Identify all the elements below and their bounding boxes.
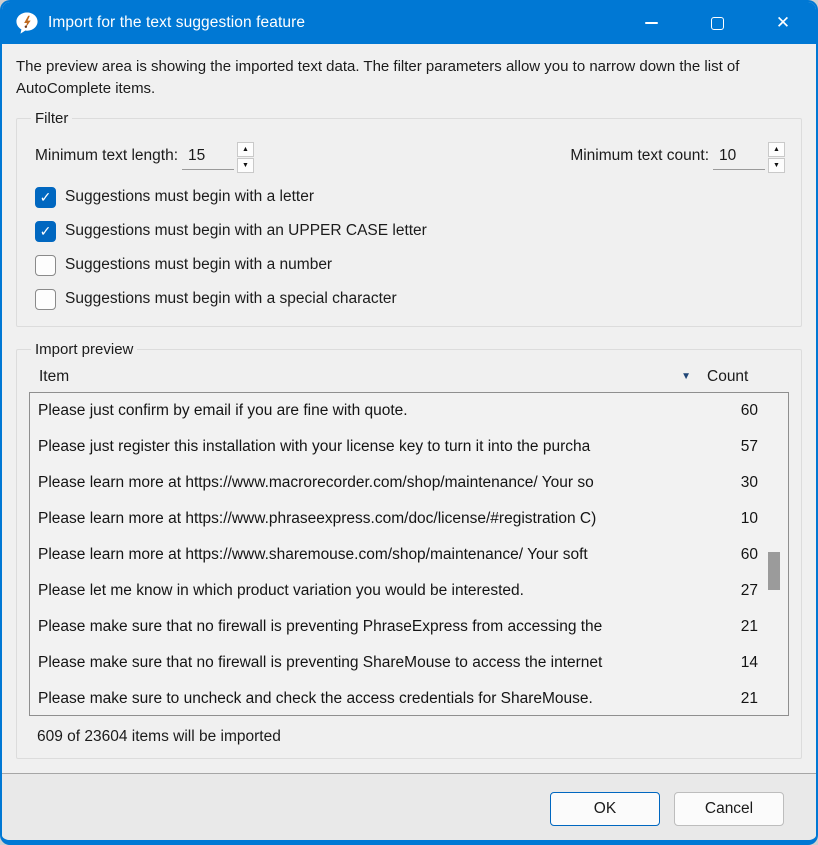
item-cell: Please just confirm by email if you are … [38, 402, 716, 420]
min-text-length-group: Minimum text length: 15 ▲ ▼ [35, 141, 254, 173]
window-controls: ✕ [618, 2, 816, 44]
item-cell: Please make sure that no firewall is pre… [38, 618, 716, 636]
table-row[interactable]: Please make sure to uncheck and check th… [30, 681, 788, 716]
table-row[interactable]: Please just register this installation w… [30, 429, 788, 465]
spin-up-button[interactable]: ▲ [768, 142, 785, 157]
min-text-length-spinner: ▲ ▼ [237, 142, 254, 173]
maximize-button[interactable] [684, 2, 750, 44]
footer-bar: OK Cancel [2, 773, 816, 845]
count-cell: 57 [716, 438, 788, 456]
dialog-window: Import for the text suggestion feature ✕… [0, 0, 818, 845]
checkbox-begin-with-number[interactable]: ✓ Suggestions must begin with a number [35, 255, 789, 276]
min-text-count-label: Minimum text count: [570, 141, 709, 165]
min-text-count-spinner: ▲ ▼ [768, 142, 785, 173]
table-row[interactable]: Please let me know in which product vari… [30, 573, 788, 609]
table-row[interactable]: Please learn more at https://www.sharemo… [30, 537, 788, 573]
checkbox-label: Suggestions must begin with a special ch… [65, 290, 397, 308]
item-cell: Please just register this installation w… [38, 438, 716, 456]
arrow-up-icon: ▲ [242, 146, 249, 153]
import-preview-legend: Import preview [31, 341, 137, 358]
item-cell: Please learn more at https://www.macrore… [38, 474, 716, 492]
count-cell: 21 [716, 690, 788, 708]
checkbox-label: Suggestions must begin with an UPPER CAS… [65, 222, 427, 240]
item-cell: Please make sure to uncheck and check th… [38, 690, 716, 708]
column-header-item[interactable]: Item [39, 368, 681, 386]
vertical-scrollbar-thumb[interactable] [768, 552, 780, 590]
preview-list: Please just confirm by email if you are … [29, 392, 789, 716]
column-header-count[interactable]: Count [707, 368, 783, 386]
table-row[interactable]: Please learn more at https://www.phrasee… [30, 501, 788, 537]
cancel-button[interactable]: Cancel [674, 792, 784, 826]
description-text: The preview area is showing the imported… [16, 56, 798, 100]
checkbox-begin-with-special[interactable]: ✓ Suggestions must begin with a special … [35, 289, 789, 310]
dialog-content: The preview area is showing the imported… [2, 44, 816, 773]
check-icon: ✓ [40, 189, 52, 206]
spin-down-button[interactable]: ▼ [768, 158, 785, 173]
minimize-icon [645, 22, 658, 24]
checkbox-label: Suggestions must begin with a letter [65, 188, 314, 206]
window-title: Import for the text suggestion feature [48, 14, 305, 32]
close-icon: ✕ [776, 13, 790, 33]
item-cell: Please learn more at https://www.phrasee… [38, 510, 716, 528]
checkbox-label: Suggestions must begin with a number [65, 256, 332, 274]
import-status-text: 609 of 23604 items will be imported [29, 716, 789, 752]
min-text-count-group: Minimum text count: 10 ▲ ▼ [570, 141, 785, 173]
table-row[interactable]: Please make sure that no firewall is pre… [30, 609, 788, 645]
titlebar: Import for the text suggestion feature ✕ [2, 2, 816, 44]
spin-down-button[interactable]: ▼ [237, 158, 254, 173]
min-text-length-input[interactable]: 15 [182, 141, 234, 170]
count-cell: 30 [716, 474, 788, 492]
checkbox-box[interactable]: ✓ [35, 289, 56, 310]
sort-indicator-icon[interactable]: ▼ [681, 371, 691, 382]
item-cell: Please learn more at https://www.sharemo… [38, 546, 716, 564]
arrow-down-icon: ▼ [242, 162, 249, 169]
minimize-button[interactable] [618, 2, 684, 44]
table-header: Item ▼ Count [29, 364, 789, 392]
arrow-up-icon: ▲ [773, 146, 780, 153]
maximize-icon [711, 17, 724, 30]
filter-spin-row: Minimum text length: 15 ▲ ▼ Minimum text… [29, 133, 789, 187]
ok-button[interactable]: OK [550, 792, 660, 826]
check-icon: ✓ [40, 223, 52, 240]
phraseexpress-app-icon [14, 10, 40, 36]
checkbox-begin-with-uppercase[interactable]: ✓ Suggestions must begin with an UPPER C… [35, 221, 789, 242]
import-preview-groupbox: Import preview Item ▼ Count Please just … [16, 341, 802, 759]
checkbox-begin-with-letter[interactable]: ✓ Suggestions must begin with a letter [35, 187, 789, 208]
count-cell: 14 [716, 654, 788, 672]
count-cell: 21 [716, 618, 788, 636]
item-cell: Please make sure that no firewall is pre… [38, 654, 716, 672]
arrow-down-icon: ▼ [773, 162, 780, 169]
close-button[interactable]: ✕ [750, 2, 816, 44]
checkbox-box[interactable]: ✓ [35, 187, 56, 208]
filter-groupbox: Filter Minimum text length: 15 ▲ ▼ Minim… [16, 110, 802, 327]
table-row[interactable]: Please learn more at https://www.macrore… [30, 465, 788, 501]
item-cell: Please let me know in which product vari… [38, 582, 716, 600]
count-cell: 10 [716, 510, 788, 528]
table-row[interactable]: Please make sure that no firewall is pre… [30, 645, 788, 681]
spin-up-button[interactable]: ▲ [237, 142, 254, 157]
count-cell: 60 [716, 402, 788, 420]
filter-legend: Filter [31, 110, 72, 127]
min-text-length-label: Minimum text length: [35, 141, 178, 165]
min-text-count-input[interactable]: 10 [713, 141, 765, 170]
checkbox-box[interactable]: ✓ [35, 255, 56, 276]
checkbox-box[interactable]: ✓ [35, 221, 56, 242]
table-row[interactable]: Please just confirm by email if you are … [30, 393, 788, 429]
